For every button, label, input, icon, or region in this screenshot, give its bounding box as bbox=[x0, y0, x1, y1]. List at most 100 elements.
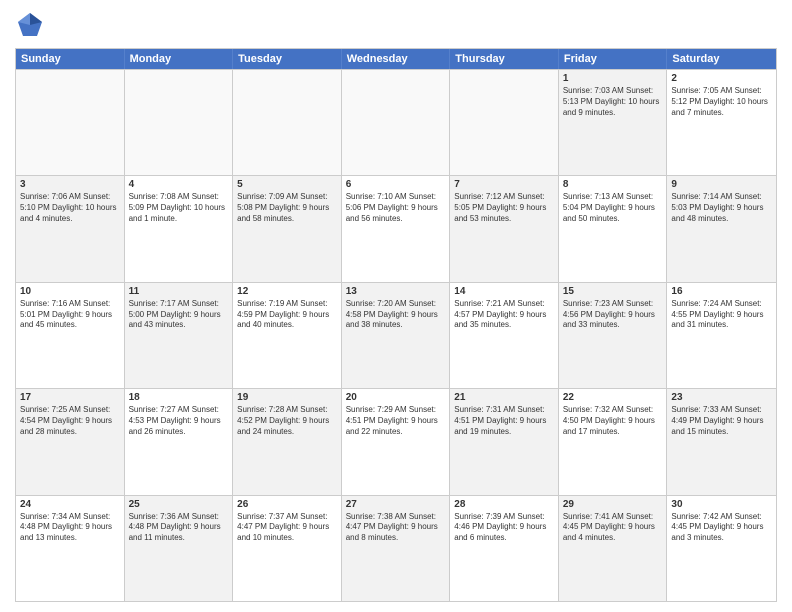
empty-cell bbox=[125, 70, 234, 175]
empty-cell bbox=[450, 70, 559, 175]
day-cell: 24 Sunrise: 7:34 AM Sunset: 4:48 PM Dayli… bbox=[16, 496, 125, 601]
empty-cell bbox=[233, 70, 342, 175]
day-info: Sunrise: 7:37 AM Sunset: 4:47 PM Dayligh… bbox=[237, 512, 337, 544]
day-number: 1 bbox=[563, 73, 663, 84]
day-info: Sunrise: 7:33 AM Sunset: 4:49 PM Dayligh… bbox=[671, 405, 772, 437]
day-info: Sunrise: 7:20 AM Sunset: 4:58 PM Dayligh… bbox=[346, 299, 446, 331]
day-cell: 19 Sunrise: 7:28 AM Sunset: 4:52 PM Dayli… bbox=[233, 389, 342, 494]
day-cell: 4 Sunrise: 7:08 AM Sunset: 5:09 PM Daylig… bbox=[125, 176, 234, 281]
header-day: Saturday bbox=[667, 49, 776, 69]
calendar-row: 24 Sunrise: 7:34 AM Sunset: 4:48 PM Dayli… bbox=[16, 495, 776, 601]
day-number: 20 bbox=[346, 392, 446, 403]
day-number: 26 bbox=[237, 499, 337, 510]
calendar-row: 17 Sunrise: 7:25 AM Sunset: 4:54 PM Dayli… bbox=[16, 388, 776, 494]
day-info: Sunrise: 7:03 AM Sunset: 5:13 PM Dayligh… bbox=[563, 86, 663, 118]
day-info: Sunrise: 7:19 AM Sunset: 4:59 PM Dayligh… bbox=[237, 299, 337, 331]
day-number: 11 bbox=[129, 286, 229, 297]
day-cell: 18 Sunrise: 7:27 AM Sunset: 4:53 PM Dayli… bbox=[125, 389, 234, 494]
day-info: Sunrise: 7:17 AM Sunset: 5:00 PM Dayligh… bbox=[129, 299, 229, 331]
day-cell: 23Sunrise: 7:33 AM Sunset: 4:49 PM Dayli… bbox=[667, 389, 776, 494]
day-number: 27 bbox=[346, 499, 446, 510]
page: SundayMondayTuesdayWednesdayThursdayFrid… bbox=[0, 0, 792, 612]
day-cell: 13 Sunrise: 7:20 AM Sunset: 4:58 PM Dayli… bbox=[342, 283, 451, 388]
day-cell: 7 Sunrise: 7:12 AM Sunset: 5:05 PM Daylig… bbox=[450, 176, 559, 281]
day-cell: 27 Sunrise: 7:38 AM Sunset: 4:47 PM Dayli… bbox=[342, 496, 451, 601]
header-day: Monday bbox=[125, 49, 234, 69]
day-number: 14 bbox=[454, 286, 554, 297]
day-info: Sunrise: 7:25 AM Sunset: 4:54 PM Dayligh… bbox=[20, 405, 120, 437]
day-number: 25 bbox=[129, 499, 229, 510]
day-info: Sunrise: 7:41 AM Sunset: 4:45 PM Dayligh… bbox=[563, 512, 663, 544]
day-cell: 20 Sunrise: 7:29 AM Sunset: 4:51 PM Dayli… bbox=[342, 389, 451, 494]
day-info: Sunrise: 7:28 AM Sunset: 4:52 PM Dayligh… bbox=[237, 405, 337, 437]
header-day: Friday bbox=[559, 49, 668, 69]
day-cell: 11 Sunrise: 7:17 AM Sunset: 5:00 PM Dayli… bbox=[125, 283, 234, 388]
day-info: Sunrise: 7:10 AM Sunset: 5:06 PM Dayligh… bbox=[346, 192, 446, 224]
day-number: 29 bbox=[563, 499, 663, 510]
empty-cell bbox=[342, 70, 451, 175]
day-number: 19 bbox=[237, 392, 337, 403]
day-info: Sunrise: 7:23 AM Sunset: 4:56 PM Dayligh… bbox=[563, 299, 663, 331]
day-number: 17 bbox=[20, 392, 120, 403]
day-number: 8 bbox=[563, 179, 663, 190]
day-info: Sunrise: 7:12 AM Sunset: 5:05 PM Dayligh… bbox=[454, 192, 554, 224]
day-cell: 1 Sunrise: 7:03 AM Sunset: 5:13 PM Daylig… bbox=[559, 70, 668, 175]
day-cell: 5Sunrise: 7:09 AM Sunset: 5:08 PM Daylig… bbox=[233, 176, 342, 281]
day-number: 16 bbox=[671, 286, 772, 297]
day-info: Sunrise: 7:31 AM Sunset: 4:51 PM Dayligh… bbox=[454, 405, 554, 437]
day-number: 13 bbox=[346, 286, 446, 297]
day-cell: 14Sunrise: 7:21 AM Sunset: 4:57 PM Dayli… bbox=[450, 283, 559, 388]
day-cell: 21 Sunrise: 7:31 AM Sunset: 4:51 PM Dayli… bbox=[450, 389, 559, 494]
logo bbox=[15, 10, 49, 40]
calendar-header: SundayMondayTuesdayWednesdayThursdayFrid… bbox=[16, 49, 776, 69]
day-info: Sunrise: 7:29 AM Sunset: 4:51 PM Dayligh… bbox=[346, 405, 446, 437]
day-number: 3 bbox=[20, 179, 120, 190]
day-info: Sunrise: 7:05 AM Sunset: 5:12 PM Dayligh… bbox=[671, 86, 772, 118]
day-cell: 22 Sunrise: 7:32 AM Sunset: 4:50 PM Dayli… bbox=[559, 389, 668, 494]
day-info: Sunrise: 7:24 AM Sunset: 4:55 PM Dayligh… bbox=[671, 299, 772, 331]
day-number: 30 bbox=[671, 499, 772, 510]
day-info: Sunrise: 7:34 AM Sunset: 4:48 PM Dayligh… bbox=[20, 512, 120, 544]
day-cell: 17 Sunrise: 7:25 AM Sunset: 4:54 PM Dayli… bbox=[16, 389, 125, 494]
calendar-row: 3 Sunrise: 7:06 AM Sunset: 5:10 PM Daylig… bbox=[16, 175, 776, 281]
day-number: 9 bbox=[671, 179, 772, 190]
day-info: Sunrise: 7:39 AM Sunset: 4:46 PM Dayligh… bbox=[454, 512, 554, 544]
calendar-body: 1 Sunrise: 7:03 AM Sunset: 5:13 PM Daylig… bbox=[16, 69, 776, 601]
header-day: Sunday bbox=[16, 49, 125, 69]
day-cell: 30 Sunrise: 7:42 AM Sunset: 4:45 PM Dayli… bbox=[667, 496, 776, 601]
day-number: 10 bbox=[20, 286, 120, 297]
day-cell: 29 Sunrise: 7:41 AM Sunset: 4:45 PM Dayli… bbox=[559, 496, 668, 601]
day-cell: 2 Sunrise: 7:05 AM Sunset: 5:12 PM Daylig… bbox=[667, 70, 776, 175]
day-info: Sunrise: 7:42 AM Sunset: 4:45 PM Dayligh… bbox=[671, 512, 772, 544]
day-cell: 3 Sunrise: 7:06 AM Sunset: 5:10 PM Daylig… bbox=[16, 176, 125, 281]
day-number: 2 bbox=[671, 73, 772, 84]
day-number: 18 bbox=[129, 392, 229, 403]
calendar-row: 10 Sunrise: 7:16 AM Sunset: 5:01 PM Dayli… bbox=[16, 282, 776, 388]
day-number: 7 bbox=[454, 179, 554, 190]
day-info: Sunrise: 7:09 AM Sunset: 5:08 PM Dayligh… bbox=[237, 192, 337, 224]
day-info: Sunrise: 7:38 AM Sunset: 4:47 PM Dayligh… bbox=[346, 512, 446, 544]
day-number: 15 bbox=[563, 286, 663, 297]
day-cell: 16 Sunrise: 7:24 AM Sunset: 4:55 PM Dayli… bbox=[667, 283, 776, 388]
day-info: Sunrise: 7:27 AM Sunset: 4:53 PM Dayligh… bbox=[129, 405, 229, 437]
empty-cell bbox=[16, 70, 125, 175]
day-cell: 8 Sunrise: 7:13 AM Sunset: 5:04 PM Daylig… bbox=[559, 176, 668, 281]
day-cell: 28Sunrise: 7:39 AM Sunset: 4:46 PM Dayli… bbox=[450, 496, 559, 601]
day-number: 4 bbox=[129, 179, 229, 190]
header-day: Thursday bbox=[450, 49, 559, 69]
calendar-row: 1 Sunrise: 7:03 AM Sunset: 5:13 PM Daylig… bbox=[16, 69, 776, 175]
day-info: Sunrise: 7:13 AM Sunset: 5:04 PM Dayligh… bbox=[563, 192, 663, 224]
day-cell: 12 Sunrise: 7:19 AM Sunset: 4:59 PM Dayli… bbox=[233, 283, 342, 388]
calendar: SundayMondayTuesdayWednesdayThursdayFrid… bbox=[15, 48, 777, 602]
day-info: Sunrise: 7:16 AM Sunset: 5:01 PM Dayligh… bbox=[20, 299, 120, 331]
day-info: Sunrise: 7:08 AM Sunset: 5:09 PM Dayligh… bbox=[129, 192, 229, 224]
day-number: 21 bbox=[454, 392, 554, 403]
day-info: Sunrise: 7:32 AM Sunset: 4:50 PM Dayligh… bbox=[563, 405, 663, 437]
day-number: 12 bbox=[237, 286, 337, 297]
day-cell: 26 Sunrise: 7:37 AM Sunset: 4:47 PM Dayli… bbox=[233, 496, 342, 601]
day-number: 6 bbox=[346, 179, 446, 190]
day-cell: 6 Sunrise: 7:10 AM Sunset: 5:06 PM Daylig… bbox=[342, 176, 451, 281]
day-number: 24 bbox=[20, 499, 120, 510]
day-number: 22 bbox=[563, 392, 663, 403]
day-info: Sunrise: 7:06 AM Sunset: 5:10 PM Dayligh… bbox=[20, 192, 120, 224]
